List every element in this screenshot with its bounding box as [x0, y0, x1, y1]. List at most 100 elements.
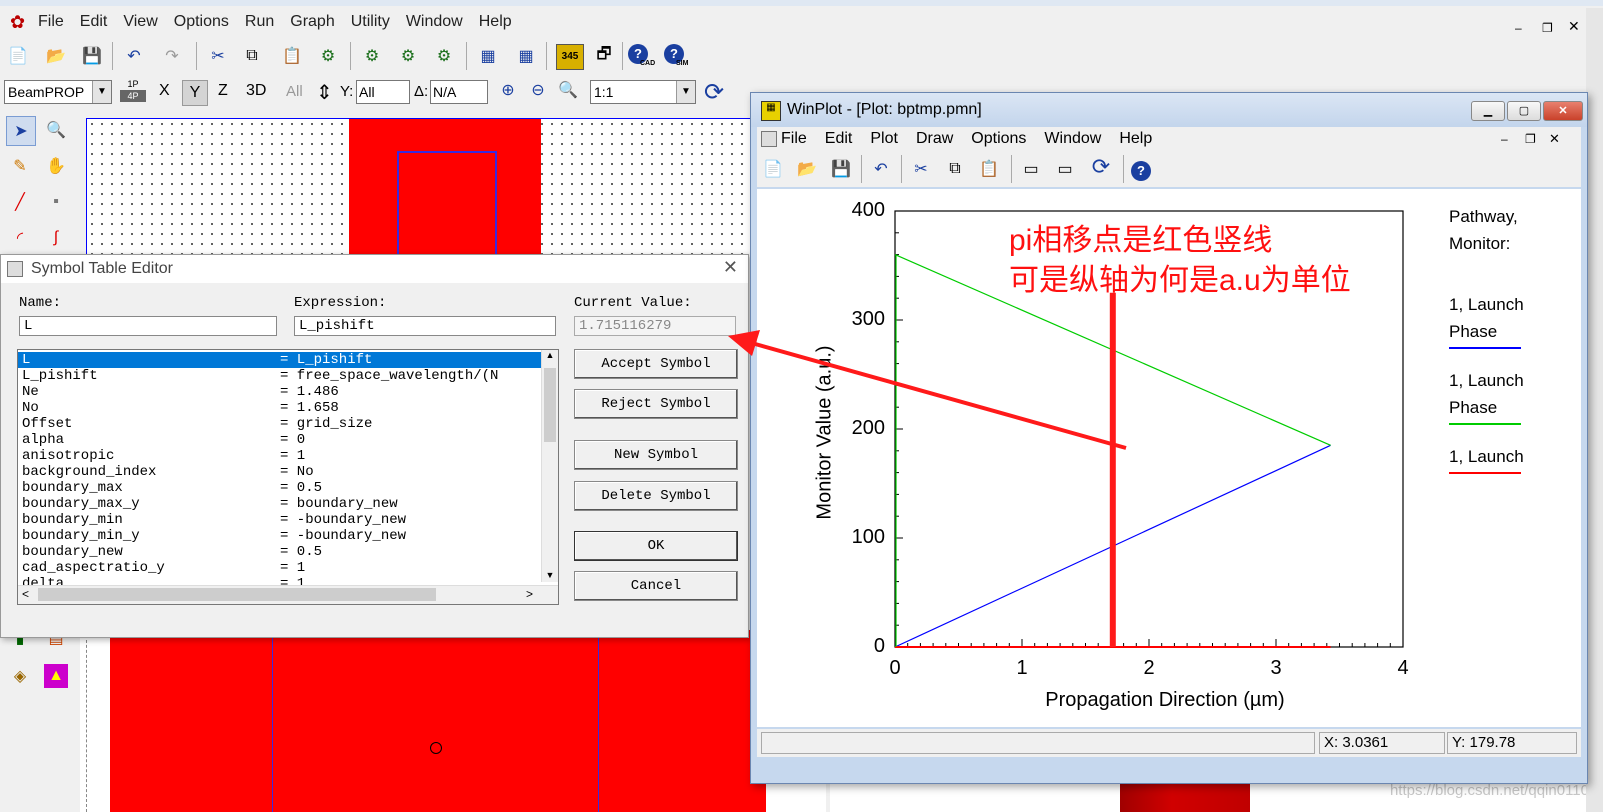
refresh-icon[interactable]: ⟳	[704, 78, 724, 107]
zoom-tool-icon[interactable]: 🔍	[44, 118, 68, 142]
windows-tool-icon[interactable]: 🗗	[592, 44, 616, 68]
s-bend-icon[interactable]: ∫	[44, 226, 68, 250]
zoom-select[interactable]: 1:1 ▼	[590, 80, 696, 104]
mdi-close-button[interactable]: ✕	[1568, 12, 1580, 40]
open-folder-icon[interactable]: 📂	[44, 44, 68, 68]
layer-tool-2-icon[interactable]: ▦	[514, 44, 538, 68]
maximize-button[interactable]: ▢	[1507, 101, 1541, 121]
wp-window-icon[interactable]: ▭	[1053, 157, 1077, 181]
view-3d-button[interactable]: 3D	[246, 82, 266, 100]
symbol-row[interactable]: cad_aspectratio_y = 1	[18, 560, 542, 576]
undo-icon[interactable]: ↶	[122, 44, 146, 68]
symbol-row[interactable]: No = 1.658	[18, 400, 542, 416]
waveguide-segment[interactable]	[349, 119, 541, 263]
expression-field[interactable]: L_pishift	[294, 316, 556, 336]
wp-mdi-min-button[interactable]: –	[1501, 127, 1508, 151]
menu-item-help[interactable]: Help	[479, 13, 512, 30]
wp-open-icon[interactable]: 📂	[795, 157, 819, 181]
wp-cut-icon[interactable]: ✂	[909, 157, 933, 181]
wp-menu-item-plot[interactable]: Plot	[870, 130, 898, 147]
help-sim-icon[interactable]: ? SIM	[664, 44, 692, 70]
cad-canvas-bottom[interactable]	[80, 630, 766, 812]
menu-item-utility[interactable]: Utility	[351, 13, 390, 30]
symbol-row[interactable]: background_index = No	[18, 464, 542, 480]
delete-symbol-button[interactable]: Delete Symbol	[574, 481, 738, 511]
copy-icon[interactable]: ⧉	[240, 44, 264, 68]
symbol-list[interactable]: L = L_pishift L_pishift = free_space_wavele…	[17, 349, 559, 605]
wp-menu-item-draw[interactable]: Draw	[916, 130, 953, 147]
wp-props-icon[interactable]: ▭	[1019, 157, 1043, 181]
port-toggle-button[interactable]: 1P 4P	[120, 78, 146, 106]
zoom-out-icon[interactable]: ⊖	[526, 78, 550, 102]
symbol-row[interactable]: alpha = 0	[18, 432, 542, 448]
help-cad-icon[interactable]: ? CAD	[628, 44, 656, 70]
menu-item-view[interactable]: View	[123, 13, 157, 30]
menu-item-graph[interactable]: Graph	[290, 13, 334, 30]
wp-menu-item-window[interactable]: Window	[1044, 130, 1101, 147]
symbol-row[interactable]: anisotropic = 1	[18, 448, 542, 464]
redo-icon[interactable]: ↷	[160, 44, 184, 68]
wp-mdi-close-button[interactable]: ✕	[1549, 127, 1560, 151]
all-button[interactable]: All	[286, 83, 303, 100]
symbol-row[interactable]: boundary_min = -boundary_new	[18, 512, 542, 528]
module-select[interactable]: BeamPROP ▼	[4, 80, 112, 104]
cad-canvas[interactable]	[86, 118, 767, 263]
minimize-button[interactable]: ▁	[1471, 101, 1505, 121]
select-arrow-icon[interactable]: ➤	[6, 116, 36, 146]
symbol-row[interactable]: L = L_pishift	[18, 352, 542, 368]
axis-x-button[interactable]: X	[159, 82, 170, 100]
new-symbol-button[interactable]: New Symbol	[574, 440, 738, 470]
symbol-row[interactable]: boundary_min_y = -boundary_new	[18, 528, 542, 544]
winplot-close-button[interactable]: ✕	[1543, 101, 1583, 121]
paste-icon[interactable]: 📋	[280, 44, 304, 68]
wp-mdi-restore-button[interactable]: ❐	[1525, 127, 1536, 151]
sym-tool-1-icon[interactable]: ⚙	[360, 44, 384, 68]
y-input[interactable]: All	[356, 80, 410, 104]
step-icon[interactable]: ⇕	[316, 80, 333, 105]
new-file-icon[interactable]: 📄	[6, 44, 30, 68]
horizontal-scrollbar[interactable]: < >	[18, 585, 558, 604]
wp-refresh-icon[interactable]: ⟳	[1089, 154, 1113, 179]
wp-menu-item-edit[interactable]: Edit	[825, 130, 853, 147]
wp-help-icon[interactable]: ?	[1131, 161, 1151, 181]
wp-menu-item-help[interactable]: Help	[1119, 130, 1152, 147]
component-icon[interactable]: ▪	[44, 190, 68, 214]
menu-item-edit[interactable]: Edit	[80, 13, 108, 30]
delta-input[interactable]: N/A	[430, 80, 488, 104]
waveguide-region[interactable]	[110, 630, 766, 812]
menu-item-file[interactable]: File	[38, 13, 64, 30]
menu-item-window[interactable]: Window	[406, 13, 463, 30]
wp-new-icon[interactable]: 📄	[761, 157, 785, 181]
mdi-restore-button[interactable]: ❐	[1542, 14, 1553, 42]
menu-item-run[interactable]: Run	[245, 13, 274, 30]
axis-z-button[interactable]: Z	[218, 82, 228, 100]
cancel-button[interactable]: Cancel	[574, 571, 738, 601]
wp-save-icon[interactable]: 💾	[829, 157, 853, 181]
draw-line-icon[interactable]: ╱	[8, 190, 32, 214]
cut-icon[interactable]: ✂	[206, 44, 230, 68]
mdi-min-button[interactable]: –	[1515, 14, 1522, 42]
close-icon[interactable]: ✕	[723, 257, 738, 278]
save-icon[interactable]: 💾	[80, 44, 104, 68]
layer-tool-1-icon[interactable]: ▦	[476, 44, 500, 68]
symbol-row[interactable]: Offset = grid_size	[18, 416, 542, 432]
zoom-fit-icon[interactable]: 🔍	[556, 78, 580, 102]
arc-icon[interactable]: ◜	[8, 226, 32, 250]
sym-tool-3-icon[interactable]: ⚙	[432, 44, 456, 68]
accept-symbol-button[interactable]: Accept Symbol	[574, 349, 738, 379]
wp-menu-item-options[interactable]: Options	[971, 130, 1026, 147]
name-field[interactable]: L	[19, 316, 277, 336]
layers-tool-icon[interactable]: ◈	[8, 664, 32, 688]
ok-button[interactable]: OK	[574, 531, 738, 561]
wp-paste-icon[interactable]: 📋	[977, 157, 1001, 181]
symbol-row[interactable]: Ne = 1.486	[18, 384, 542, 400]
symbol-row[interactable]: boundary_new = 0.5	[18, 544, 542, 560]
counter-icon[interactable]: 345	[556, 44, 584, 70]
symbol-row[interactable]: boundary_max_y = boundary_new	[18, 496, 542, 512]
region-tool-icon[interactable]: ▲	[44, 664, 68, 688]
wp-menu-item-file[interactable]: File	[781, 130, 807, 147]
zoom-in-icon[interactable]: ⊕	[496, 78, 520, 102]
reject-symbol-button[interactable]: Reject Symbol	[574, 389, 738, 419]
wp-copy-icon[interactable]: ⧉	[943, 157, 967, 181]
pan-hand-icon[interactable]: ✋	[44, 154, 68, 178]
